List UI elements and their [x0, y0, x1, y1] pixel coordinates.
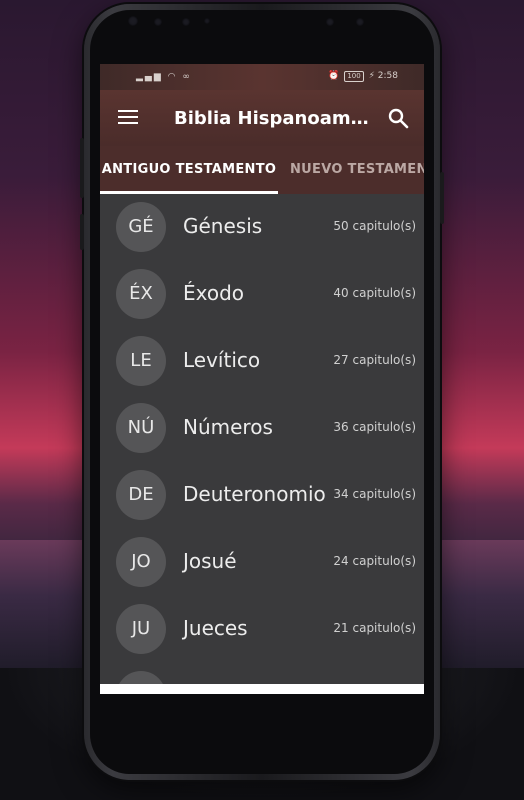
sensor-icon: [182, 18, 190, 26]
status-bar: ▂▄▆ ◠ ∞ ⏰ 100 ⚡ 2:58: [100, 64, 424, 90]
book-abbr-avatar: GÉ: [116, 202, 166, 252]
book-name: Deuteronomio: [183, 482, 326, 506]
clock: 2:58: [377, 71, 398, 81]
book-name: Números: [183, 415, 273, 439]
app-screen: ▂▄▆ ◠ ∞ ⏰ 100 ⚡ 2:58 Biblia Hispanoamer.…: [100, 64, 424, 694]
tab-antiguo-testamento[interactable]: ANTIGUO TESTAMENTO: [100, 146, 278, 194]
chapter-count: 40 capitulo(s): [333, 286, 416, 300]
front-camera-icon: [128, 16, 138, 26]
book-name: Éxodo: [183, 281, 245, 305]
hamburger-menu-icon[interactable]: [118, 110, 138, 126]
volume-button: [80, 138, 84, 198]
voicemail-icon: ∞: [182, 72, 192, 82]
power-button: [440, 172, 444, 224]
signal-icon: ▂▄▆: [136, 72, 163, 82]
chapter-count: 50 capitulo(s): [333, 219, 416, 233]
battery-icon: 100: [344, 71, 364, 82]
testament-tabs: ANTIGUO TESTAMENTO NUEVO TESTAMENTO: [100, 146, 424, 194]
book-name: Jueces: [183, 616, 248, 640]
chapter-count: 24 capitulo(s): [333, 554, 416, 568]
list-item-numeros[interactable]: NÚ Números 36 capitulo(s): [100, 395, 424, 462]
book-abbr-avatar: JU: [116, 604, 166, 654]
tab-nuevo-testamento[interactable]: NUEVO TESTAMENTO: [290, 146, 424, 194]
app-bar: Biblia Hispanoamer...: [100, 90, 424, 146]
book-abbr-avatar: ÉX: [116, 269, 166, 319]
sensor-icon: [204, 18, 210, 24]
wifi-icon: ◠: [167, 72, 178, 82]
book-abbr-avatar: DE: [116, 470, 166, 520]
proximity-sensor-icon: [356, 18, 364, 26]
list-item-genesis[interactable]: GÉ Génesis 50 capitulo(s): [100, 194, 424, 261]
bottom-ad-banner: [100, 684, 424, 694]
chapter-count: 27 capitulo(s): [333, 353, 416, 367]
book-name: Levítico: [183, 348, 261, 372]
list-item-levitico[interactable]: LE Levítico 27 capitulo(s): [100, 328, 424, 395]
alarm-icon: ⏰: [328, 71, 340, 81]
book-name: Josué: [183, 549, 237, 573]
chapter-count: 36 capitulo(s): [333, 420, 416, 434]
status-left-icons: ▂▄▆ ◠ ∞: [136, 72, 192, 82]
list-item-exodo[interactable]: ÉX Éxodo 40 capitulo(s): [100, 261, 424, 328]
proximity-sensor-icon: [326, 18, 334, 26]
book-abbr-avatar: NÚ: [116, 403, 166, 453]
book-abbr-avatar: JO: [116, 537, 166, 587]
list-item-deuteronomio[interactable]: DE Deuteronomio 34 capitulo(s): [100, 462, 424, 529]
search-icon[interactable]: [386, 106, 410, 130]
list-item-josue[interactable]: JO Josué 24 capitulo(s): [100, 529, 424, 596]
sensor-icon: [154, 18, 162, 26]
chapter-count: 34 capitulo(s): [333, 487, 416, 501]
list-item-jueces[interactable]: JU Jueces 21 capitulo(s): [100, 596, 424, 663]
status-right: ⏰ 100 ⚡ 2:58: [328, 71, 398, 82]
book-name: Génesis: [183, 214, 263, 238]
bixby-button: [80, 214, 84, 250]
charging-icon: ⚡: [368, 71, 375, 81]
chapter-count: 21 capitulo(s): [333, 621, 416, 635]
book-abbr-avatar: LE: [116, 336, 166, 386]
app-title: Biblia Hispanoamer...: [174, 108, 370, 129]
book-list: GÉ Génesis 50 capitulo(s) ÉX Éxodo 40 ca…: [100, 194, 424, 694]
